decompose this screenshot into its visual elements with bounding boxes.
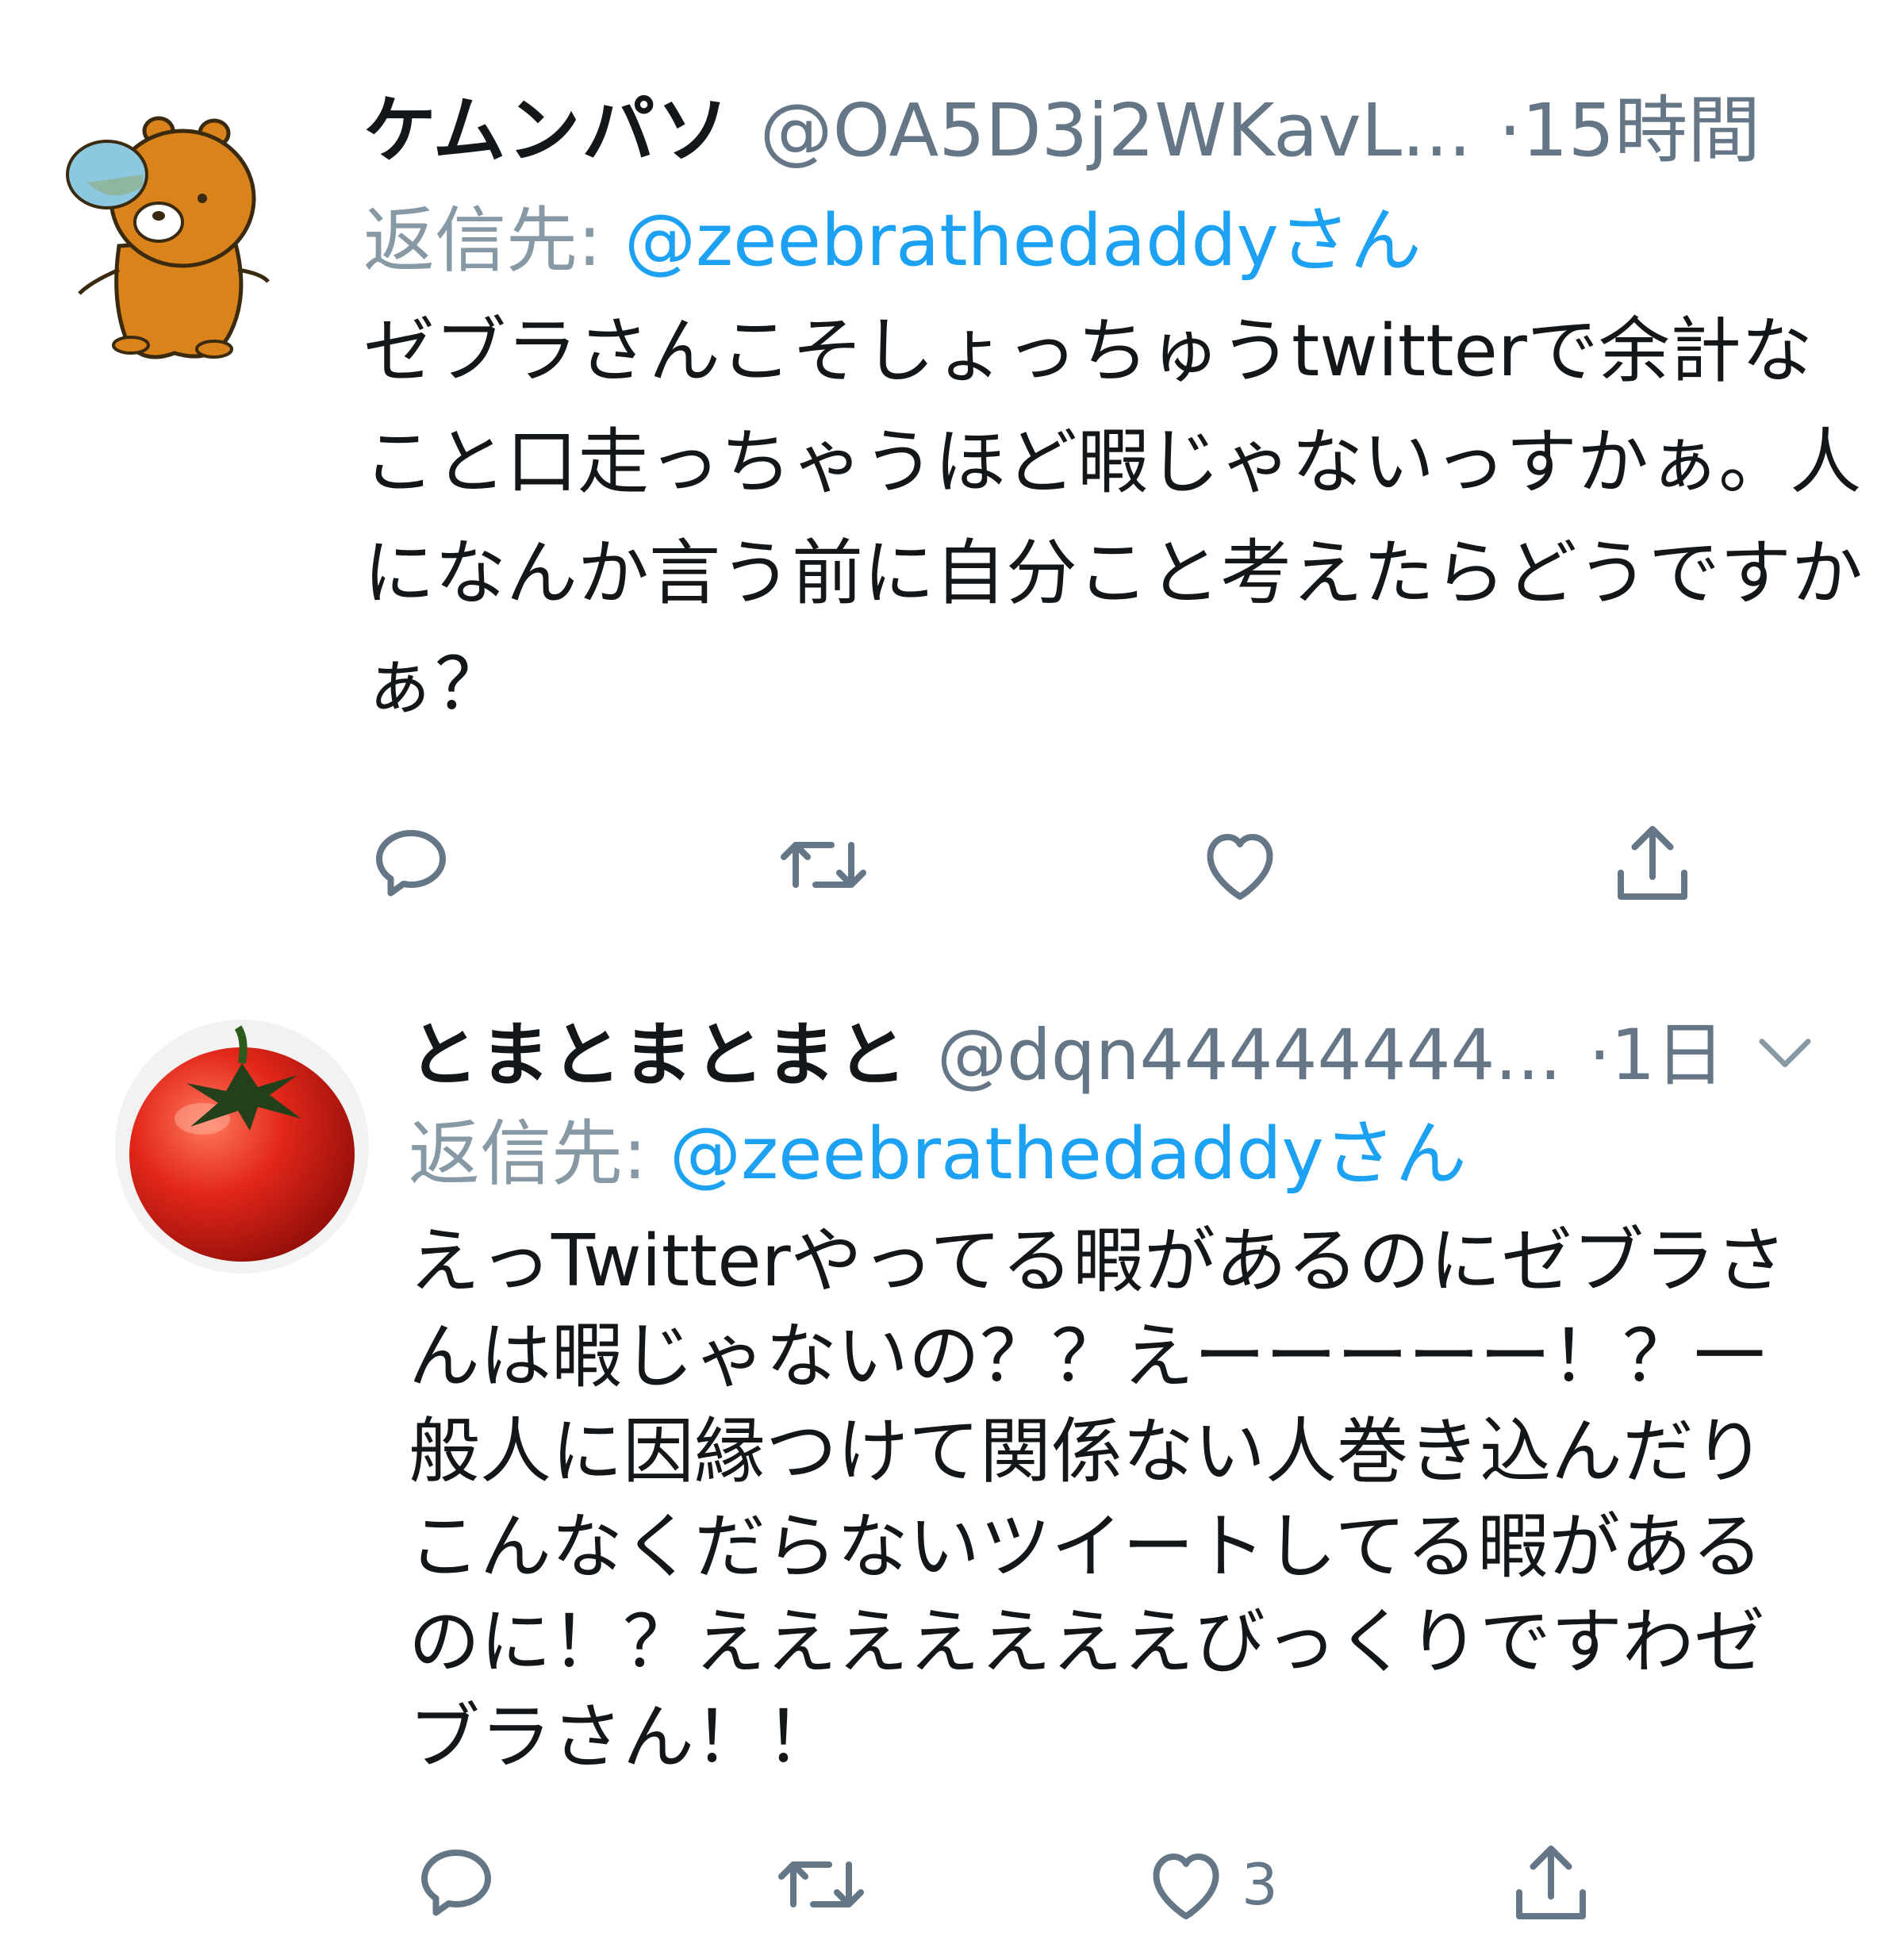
more-options-button[interactable] [1745,1012,1825,1091]
reply-button[interactable] [363,809,482,920]
bear-avatar-icon [66,116,270,359]
tweet-body: えっTwitterやってる暇があるのにゼブラさんは暇じゃないの？？えーーーーー！… [409,1220,1787,1779]
reply-to-line: 返信先: @zeebrathedaddyさん [409,1103,1884,1206]
share-icon [1618,826,1687,900]
reply-to-line: 返信先: @zeebrathedaddyさん [363,190,1871,293]
user-handle[interactable]: @dqn44444444... [937,1014,1561,1096]
user-handle[interactable]: @OA5D3j2WKavL... [760,88,1472,173]
retweet-button[interactable] [774,1829,892,1940]
reply-icon [421,1850,491,1916]
tweet-content: ケムンパソ @OA5D3j2WKavL... ·15時間 返信先: @zeebrat… [363,83,1871,740]
tweet-header: ケムンパソ @OA5D3j2WKavL... ·15時間 [363,83,1871,179]
display-name[interactable]: ケムンパソ [363,88,731,173]
heart-icon [1153,1854,1219,1919]
share-button[interactable] [1503,1829,1622,1940]
reply-prefix: 返信先: [363,199,624,282]
timestamp[interactable]: 1日 [1610,1014,1725,1096]
reply-to-link[interactable]: @zeebrathedaddyさん [670,1112,1467,1196]
timestamp[interactable]: 15時間 [1522,88,1760,173]
retweet-button[interactable] [776,809,895,920]
separator-dot: · [1498,88,1522,173]
avatar[interactable] [63,111,270,373]
chevron-down-icon [1759,1039,1811,1067]
tweet-2[interactable]: とまとまとまと @dqn44444444... ·1日 返信先: @zeebrath… [0,952,1904,1919]
like-button[interactable]: 3 [1138,1829,1345,1940]
reply-icon [376,830,446,897]
share-icon [1516,1846,1586,1919]
reply-prefix: 返信先: [409,1112,670,1196]
tweet-header: とまとまとまと @dqn44444444... ·1日 [409,1008,1884,1103]
tweet-1[interactable]: ケムンパソ @OA5D3j2WKavL... ·15時間 返信先: @zeebrat… [0,0,1904,952]
tomato-avatar-icon [115,1020,369,1273]
separator-dot: · [1588,1014,1611,1096]
retweet-icon [781,842,866,888]
like-button[interactable] [1192,809,1311,920]
display-name[interactable]: とまとまとまと [409,1014,908,1096]
tweet-actions [363,809,1871,920]
reply-to-link[interactable]: @zeebrathedaddyさん [624,199,1422,282]
tweet-body: ゼブラさんこそしょっちゅうtwitterで余計なこと口走っちゃうほど暇じゃないっ… [363,309,1863,726]
tweet-actions: 3 [409,1829,1884,1940]
tweet-content: とまとまとまと @dqn44444444... ·1日 返信先: @zeebrath… [409,1008,1884,1785]
avatar[interactable] [111,1016,373,1277]
like-count: 3 [1242,1851,1278,1918]
reply-button[interactable] [409,1829,528,1940]
retweet-icon [778,1861,864,1907]
heart-icon [1207,834,1273,900]
share-button[interactable] [1605,809,1724,920]
